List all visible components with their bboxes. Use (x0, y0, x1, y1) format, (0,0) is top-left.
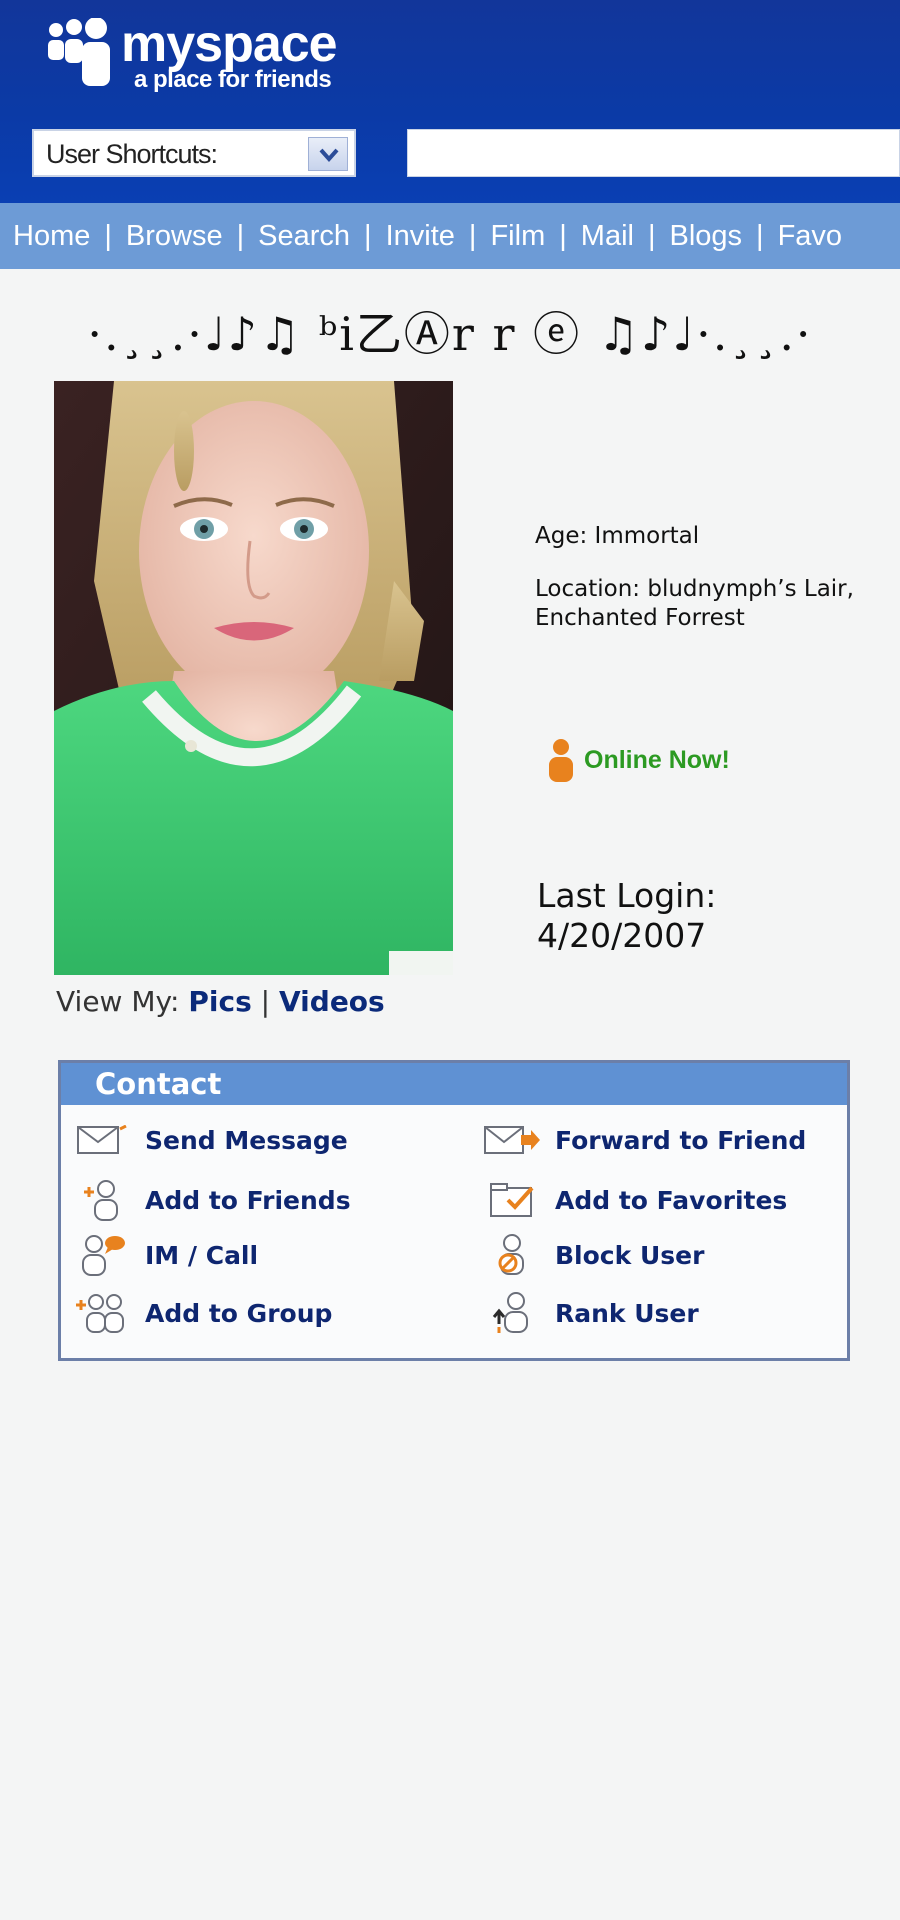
send-message-label: Send Message (145, 1125, 348, 1155)
forward-to-friend-link[interactable]: Forward to Friend (483, 1117, 806, 1163)
profile-photo[interactable] (54, 381, 453, 975)
view-videos-link[interactable]: Videos (279, 985, 385, 1018)
favorites-folder-icon (483, 1178, 541, 1222)
myspace-logo[interactable]: myspace a place for friends (46, 14, 366, 104)
view-my-label: View My: (56, 985, 189, 1018)
contact-title: Contact (61, 1063, 847, 1105)
add-to-favorites-link[interactable]: Add to Favorites (483, 1177, 787, 1223)
last-login: Last Login: 4/20/2007 (537, 876, 716, 956)
nav-search[interactable]: Search (258, 220, 350, 253)
online-now-indicator: Online Now! (548, 738, 730, 782)
block-user-link[interactable]: Block User (483, 1232, 704, 1278)
nav-separator: | (236, 219, 245, 252)
search-input[interactable] (407, 129, 900, 177)
view-separator: | (251, 985, 279, 1018)
user-shortcuts-label: User Shortcuts: (46, 139, 218, 169)
block-user-label: Block User (555, 1240, 705, 1270)
main-nav: Home | Browse | Search | Invite | Film |… (0, 203, 900, 269)
im-call-label: IM / Call (145, 1240, 259, 1270)
view-my-links: View My: Pics | Videos (56, 985, 436, 1025)
online-person-icon (549, 739, 573, 782)
nav-blogs[interactable]: Blogs (670, 220, 743, 253)
nav-browse[interactable]: Browse (126, 220, 223, 253)
profile-display-name: ·.¸¸.·♩♪♫ ᵇi乙Ⓐr r ⓔ ♫♪♩·.¸¸.· (87, 307, 813, 361)
myspace-profile-page: myspace a place for friends User Shortcu… (0, 0, 900, 1920)
nav-separator: | (468, 219, 477, 252)
nav-invite[interactable]: Invite (386, 220, 455, 253)
add-to-favorites-label: Add to Favorites (555, 1185, 788, 1215)
contact-box: Contact Send Message Forward to Friend A… (58, 1060, 850, 1361)
envelope-icon (73, 1118, 131, 1162)
rank-user-link[interactable]: Rank User (483, 1290, 699, 1336)
add-to-group-label: Add to Group (145, 1298, 333, 1328)
send-message-link[interactable]: Send Message (73, 1117, 348, 1163)
logo-people-icon (48, 18, 110, 86)
profile-photo-image (54, 381, 453, 975)
nav-separator: | (364, 219, 372, 252)
add-to-friends-link[interactable]: Add to Friends (73, 1177, 351, 1223)
contact-actions: Send Message Forward to Friend Add to Fr… (61, 1105, 847, 1355)
add-to-group-link[interactable]: Add to Group (73, 1290, 332, 1336)
last-login-date: 4/20/2007 (537, 916, 707, 955)
add-to-friends-label: Add to Friends (145, 1185, 351, 1215)
chat-user-icon (73, 1233, 131, 1277)
nav-favorites[interactable]: Favo (778, 220, 842, 253)
profile-age: Age: Immortal (535, 523, 700, 549)
nav-film[interactable]: Film (490, 220, 545, 253)
block-user-icon (483, 1233, 541, 1277)
profile-info: Age: Immortal Location: bludnymph’s Lair… (535, 522, 895, 633)
rank-user-icon (483, 1291, 541, 1335)
dropdown-button[interactable] (308, 137, 348, 171)
forward-to-friend-label: Forward to Friend (555, 1125, 807, 1155)
profile-location-line2: Enchanted Forrest (535, 605, 745, 631)
forward-envelope-icon (483, 1118, 541, 1162)
logo-tagline: a place for friends (134, 66, 332, 93)
im-call-link[interactable]: IM / Call (73, 1232, 258, 1278)
nav-separator: | (559, 219, 567, 252)
add-friend-icon (73, 1178, 131, 1222)
nav-separator: | (647, 219, 656, 252)
logo-wordmark: myspace (121, 15, 338, 73)
online-now-label: Online Now! (584, 745, 730, 774)
nav-separator: | (756, 219, 764, 252)
add-group-icon (73, 1291, 131, 1335)
last-login-label: Last Login: (537, 876, 717, 915)
nav-separator: | (104, 219, 112, 252)
user-shortcuts-dropdown[interactable]: User Shortcuts: (32, 129, 356, 177)
rank-user-label: Rank User (555, 1298, 699, 1328)
profile-location-line1: Location: bludnymph’s Lair, (535, 576, 854, 602)
nav-mail[interactable]: Mail (581, 220, 634, 253)
chevron-down-icon (319, 148, 339, 163)
nav-home[interactable]: Home (13, 220, 90, 253)
site-header: myspace a place for friends User Shortcu… (0, 0, 900, 203)
view-pics-link[interactable]: Pics (188, 985, 251, 1018)
